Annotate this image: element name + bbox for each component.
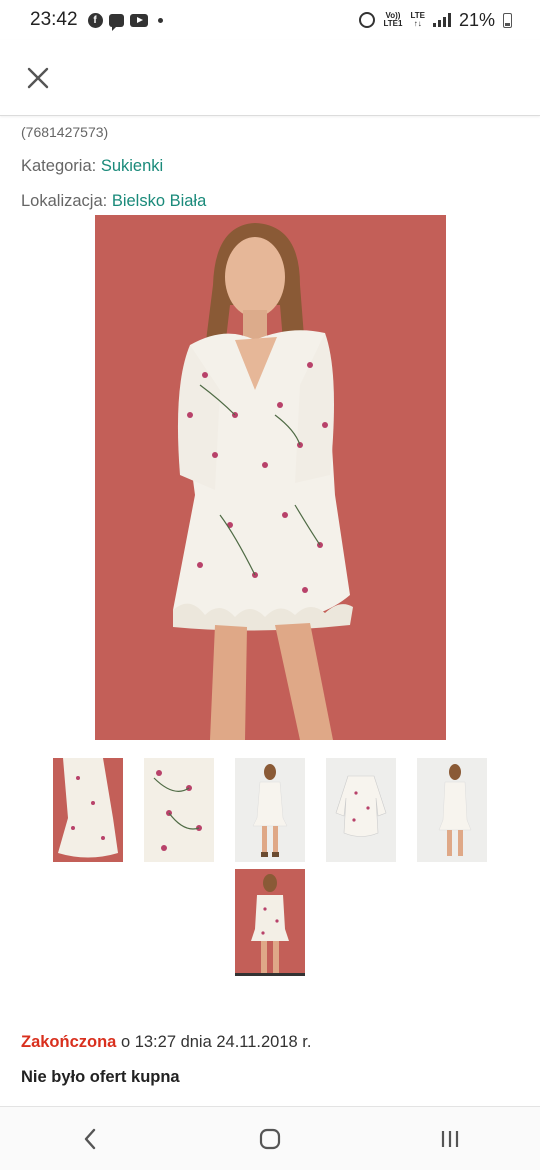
thumbnail-1[interactable] xyxy=(53,758,123,862)
location-label: Lokalizacja: xyxy=(21,192,108,210)
woman-in-floral-dress-illustration xyxy=(95,215,446,740)
thumbnail-3-image xyxy=(235,758,305,862)
item-id: (7681427573) xyxy=(21,124,109,140)
chat-icon xyxy=(108,13,124,31)
main-product-photo[interactable] xyxy=(95,215,446,740)
more-notifications-icon xyxy=(157,17,163,23)
thumbnail-3[interactable] xyxy=(235,758,305,862)
alarm-icon xyxy=(359,12,376,28)
battery-percent: 21% xyxy=(458,9,495,30)
system-icons: Vo)) LTE1 LTE ↑↓ 21% xyxy=(359,10,512,31)
system-navigation-bar xyxy=(0,1106,540,1170)
home-icon xyxy=(259,1128,281,1149)
auction-ended-label: Zakończona xyxy=(21,1033,117,1051)
auction-end-time: o 13:27 dnia 24.11.2018 r. xyxy=(116,1033,312,1051)
home-button[interactable] xyxy=(240,1114,300,1164)
no-offers-text: Nie było ofert kupna xyxy=(21,1068,180,1086)
category-label: Kategoria: xyxy=(21,157,97,175)
thumbnail-5-image xyxy=(417,758,487,862)
notification-icons: f xyxy=(87,12,163,31)
thumbnail-4-image xyxy=(326,758,396,862)
back-button[interactable] xyxy=(60,1114,120,1164)
thumbnail-4[interactable] xyxy=(326,758,396,862)
app-bar xyxy=(0,40,540,116)
category-row: Kategoria: Sukienki xyxy=(21,157,163,176)
close-button[interactable] xyxy=(18,58,58,98)
facebook-icon: f xyxy=(87,12,103,28)
youtube-icon xyxy=(129,13,148,27)
signal-icon xyxy=(432,13,451,27)
location-link[interactable]: Bielsko Biała xyxy=(112,192,206,210)
status-time: 23:42 xyxy=(30,9,78,30)
auction-status: Zakończona o 13:27 dnia 24.11.2018 r. xyxy=(21,1033,311,1052)
category-link[interactable]: Sukienki xyxy=(101,157,163,175)
location-row: Lokalizacja: Bielsko Biała xyxy=(21,192,206,211)
close-icon xyxy=(27,67,49,89)
thumbnail-6[interactable] xyxy=(235,869,305,976)
thumbnail-5[interactable] xyxy=(417,758,487,862)
status-bar: 23:42 f Vo)) LTE1 LTE ↑↓ 21% xyxy=(0,0,540,40)
lte-icon: LTE ↑↓ xyxy=(410,11,425,28)
thumbnail-1-image xyxy=(53,758,123,862)
thumbnail-2-image xyxy=(144,758,214,862)
thumbnail-2[interactable] xyxy=(144,758,214,862)
thumbnail-6-image xyxy=(235,869,305,973)
recents-button[interactable] xyxy=(420,1114,480,1164)
recents-icon xyxy=(441,1130,459,1147)
back-icon xyxy=(84,1128,96,1149)
volte-icon: Vo)) LTE1 xyxy=(383,11,403,28)
battery-icon xyxy=(503,12,512,28)
